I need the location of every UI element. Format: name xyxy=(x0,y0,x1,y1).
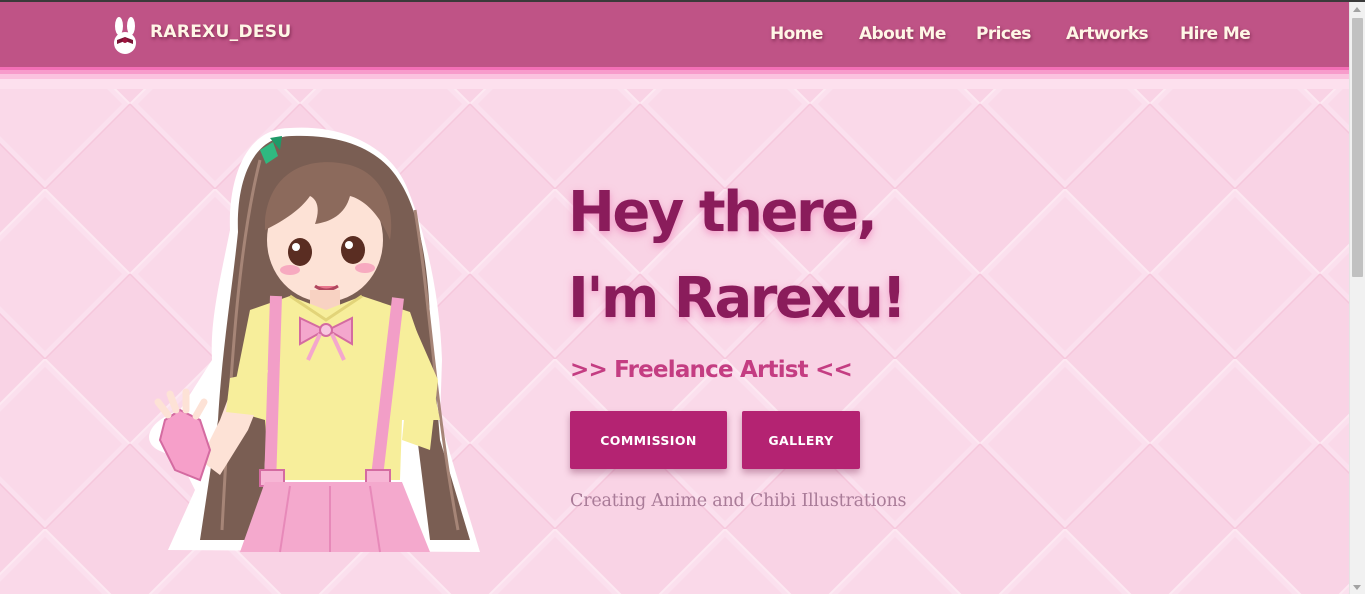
hero-tagline: Creating Anime and Chibi Illustrations xyxy=(570,491,907,511)
hero-subtitle: >> Freelance Artist << xyxy=(570,357,853,383)
scroll-up-arrow-icon[interactable] xyxy=(1353,7,1361,12)
scrollbar-thumb[interactable] xyxy=(1352,18,1363,277)
commission-button[interactable]: COMMISSION xyxy=(570,411,727,469)
nav-artworks[interactable]: Artworks xyxy=(1066,24,1149,44)
headline-line-2: I'm Rarexu! xyxy=(568,266,907,331)
vertical-scrollbar[interactable] xyxy=(1349,2,1365,594)
main-nav: Home About Me Prices Artworks Hire Me xyxy=(0,24,1349,48)
site-header: RAREXU_DESU Home About Me Prices Artwork… xyxy=(0,2,1349,67)
anime-girl-illustration xyxy=(149,127,480,553)
nav-about-me[interactable]: About Me xyxy=(859,24,946,44)
gallery-button[interactable]: GALLERY xyxy=(742,411,860,469)
scroll-down-arrow-icon[interactable] xyxy=(1353,585,1361,590)
nav-hire-me[interactable]: Hire Me xyxy=(1180,24,1251,44)
nav-home[interactable]: Home xyxy=(770,24,823,44)
nav-prices[interactable]: Prices xyxy=(976,24,1031,44)
headline-line-1: Hey there, xyxy=(568,180,878,245)
hero-headline: Hey there, I'm Rarexu! xyxy=(568,170,907,342)
header-stripe xyxy=(0,67,1349,89)
